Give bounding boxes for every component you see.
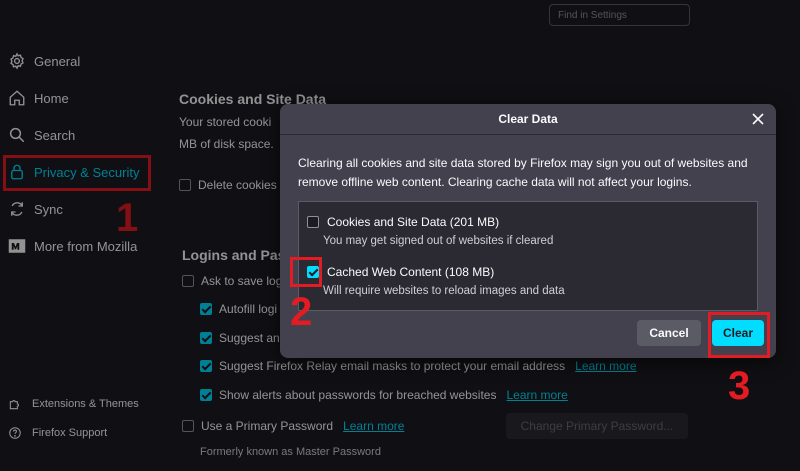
dialog-divider (280, 134, 776, 135)
clear-data-dialog: Clear Data Clearing all cookies and site… (280, 104, 776, 358)
option-cookies-sub: You may get signed out of websites if cl… (323, 235, 554, 247)
cancel-button[interactable]: Cancel (637, 320, 701, 346)
annotation-step-2: 2 (290, 290, 313, 334)
option-cache-label: Cached Web Content (108 MB) (327, 265, 495, 279)
clear-options-list: Cookies and Site Data (201 MB) You may g… (298, 201, 758, 311)
annotation-box-clear (708, 312, 770, 358)
option-cookies[interactable]: Cookies and Site Data (201 MB) (307, 215, 499, 229)
dialog-description: Clearing all cookies and site data store… (298, 156, 748, 189)
cookies-checkbox[interactable] (307, 216, 319, 228)
close-icon[interactable] (750, 111, 766, 127)
option-cookies-label: Cookies and Site Data (201 MB) (327, 215, 500, 229)
dialog-title: Clear Data (498, 112, 558, 126)
option-cache[interactable]: Cached Web Content (108 MB) (307, 265, 494, 279)
option-cache-sub: Will require websites to reload images a… (323, 285, 565, 297)
annotation-box-checkbox (290, 257, 322, 287)
annotation-step-3: 3 (728, 364, 751, 408)
